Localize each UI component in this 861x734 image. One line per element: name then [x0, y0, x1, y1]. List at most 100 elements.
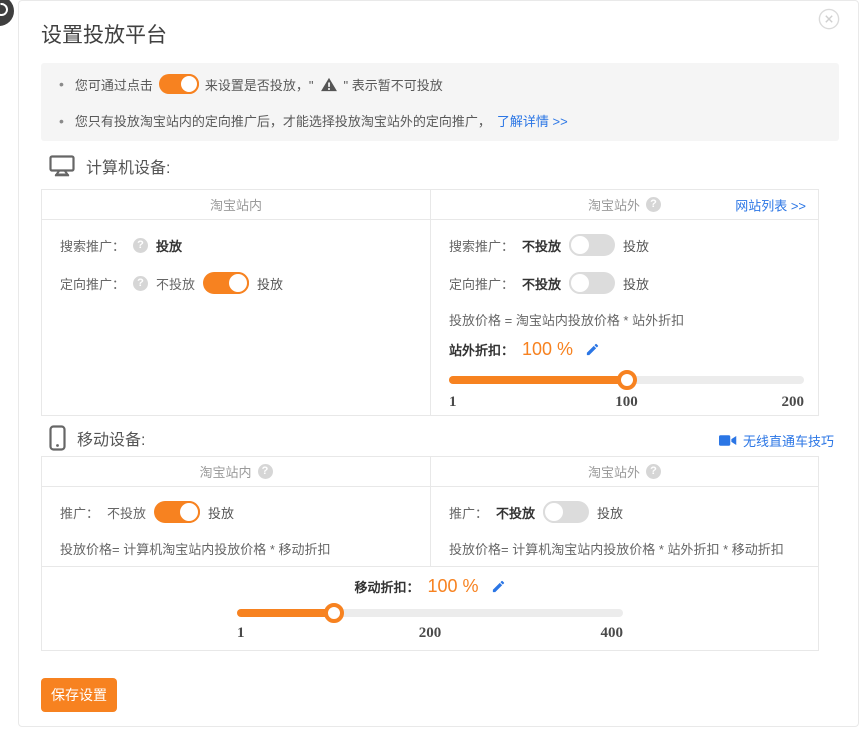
mobile-discount-value: 100 % — [427, 576, 478, 597]
offsite-slider-labels: 1 100 200 — [449, 394, 804, 412]
edit-icon[interactable] — [585, 342, 600, 357]
toggle-knob — [227, 272, 249, 294]
site-list-link[interactable]: 网站列表 >> — [735, 195, 806, 214]
notice-text: 您只有投放淘宝站内的定向推广后，才能选择投放淘宝站外的定向推广， — [75, 111, 491, 130]
notice-text: 您可通过点击 — [75, 75, 153, 94]
mobile-offsite-cell: 推广： 不投放 投放 投放价格= 计算机淘宝站内投放价格 * 站外折扣 * 移动… — [430, 487, 818, 566]
toggle-knob — [179, 74, 199, 94]
mobile-discount-line: 移动折扣： 100 % — [42, 575, 818, 597]
wireless-tips-label: 无线直通车技巧 — [743, 431, 834, 450]
mobile-onsite-cell: 推广： 不投放 投放 投放价格= 计算机淘宝站内投放价格 * 移动折扣 — [42, 487, 430, 566]
off-label: 不投放 — [156, 274, 195, 293]
mobile-section-header: 移动设备: — [49, 425, 145, 451]
save-settings-button[interactable]: 保存设置 — [41, 678, 117, 712]
offsite-discount-label: 站外折扣： — [449, 340, 514, 359]
close-button[interactable] — [818, 8, 840, 30]
toggle-knob — [569, 234, 591, 256]
warning-icon — [320, 77, 338, 92]
offsite-discount-line: 站外折扣： 100 % — [449, 336, 804, 362]
bullet-icon: • — [59, 113, 64, 129]
mobile-slider-wrap: 1 200 400 — [237, 609, 623, 643]
search-promo-state: 投放 — [156, 236, 182, 255]
slider-max-label: 200 — [782, 394, 805, 411]
wireless-tips-link[interactable]: 无线直通车技巧 — [719, 431, 834, 450]
mobile-onsite-header: 淘宝站内 — [42, 457, 430, 486]
computer-offsite-search-row: 搜索推广： 不投放 投放 — [449, 232, 804, 258]
mobile-discount-row: 移动折扣： 100 % 1 200 400 — [42, 566, 818, 651]
computer-section-header: 计算机设备: — [49, 154, 170, 178]
slider-fill — [237, 609, 334, 617]
mobile-discount-slider[interactable] — [237, 609, 623, 617]
mobile-discount-label: 移动折扣： — [354, 577, 419, 596]
on-label: 投放 — [597, 503, 623, 522]
computer-onsite-target-row: 定向推广： 不投放 投放 — [60, 270, 416, 296]
computer-onsite-target-toggle[interactable] — [203, 272, 249, 294]
close-icon — [818, 8, 840, 30]
target-promo-label: 定向推广： — [60, 274, 125, 293]
help-icon[interactable] — [133, 238, 148, 253]
computer-offsite-cell: 搜索推广： 不投放 投放 定向推广： 不投放 投放 投放价格 = 淘宝站内投放价… — [430, 220, 818, 415]
search-promo-label: 搜索推广： — [449, 236, 514, 255]
help-icon[interactable] — [258, 464, 273, 479]
off-label: 不投放 — [496, 503, 535, 522]
edit-icon[interactable] — [491, 579, 506, 594]
slider-handle[interactable] — [617, 370, 637, 390]
computer-offsite-search-toggle[interactable] — [569, 234, 615, 256]
learn-more-link[interactable]: 了解详情 >> — [497, 111, 568, 130]
mobile-onsite-formula: 投放价格= 计算机淘宝站内投放价格 * 移动折扣 — [60, 539, 416, 557]
mobile-table: 淘宝站内 淘宝站外 推广： 不投放 投放 投放价格= 计算机淘宝站内投放价格 *… — [41, 456, 819, 651]
mobile-slider-labels: 1 200 400 — [237, 625, 623, 643]
mobile-offsite-header: 淘宝站外 — [430, 457, 818, 486]
slider-min-label: 1 — [449, 394, 457, 411]
computer-offsite-target-row: 定向推广： 不投放 投放 — [449, 270, 804, 296]
computer-offsite-target-toggle[interactable] — [569, 272, 615, 294]
on-label: 投放 — [623, 274, 649, 293]
slider-fill — [449, 376, 627, 384]
off-label: 不投放 — [522, 274, 561, 293]
header-label: 淘宝站外 — [588, 195, 640, 214]
off-label: 不投放 — [107, 503, 146, 522]
computer-onsite-header: 淘宝站内 — [42, 190, 430, 219]
slider-max-label: 400 — [601, 625, 624, 642]
header-label: 淘宝站内 — [210, 195, 262, 214]
computer-table-header: 淘宝站内 淘宝站外 网站列表 >> — [42, 190, 818, 220]
video-icon — [719, 434, 737, 447]
toggle-knob — [569, 272, 591, 294]
mobile-offsite-promo-toggle[interactable] — [543, 501, 589, 523]
bullet-icon: • — [59, 76, 64, 92]
notice-line-1: • 您可通过点击 来设置是否投放，" " 表示暂不可投放 — [59, 74, 821, 94]
mobile-offsite-formula: 投放价格= 计算机淘宝站内投放价格 * 站外折扣 * 移动折扣 — [449, 539, 804, 557]
promo-label: 推广： — [60, 503, 99, 522]
slider-handle[interactable] — [324, 603, 344, 623]
toggle-knob — [543, 501, 565, 523]
computer-onsite-search-row: 搜索推广： 投放 — [60, 232, 416, 258]
mobile-onsite-promo-row: 推广： 不投放 投放 — [60, 499, 416, 525]
help-icon[interactable] — [133, 276, 148, 291]
mobile-table-header: 淘宝站内 淘宝站外 — [42, 457, 818, 487]
header-label: 淘宝站外 — [588, 462, 640, 481]
mobile-phone-icon — [49, 425, 66, 451]
computer-icon — [49, 155, 75, 177]
help-icon[interactable] — [646, 464, 661, 479]
computer-offsite-header: 淘宝站外 网站列表 >> — [430, 190, 818, 219]
demo-toggle[interactable] — [159, 74, 199, 94]
search-promo-label: 搜索推广： — [60, 236, 125, 255]
offsite-discount-slider[interactable] — [449, 376, 804, 384]
offsite-discount-value: 100 % — [522, 339, 573, 360]
computer-table: 淘宝站内 淘宝站外 网站列表 >> 搜索推广： 投放 定向推广： 不投放 — [41, 189, 819, 416]
help-icon[interactable] — [646, 197, 661, 212]
notice-text: 来设置是否投放，" — [205, 75, 314, 94]
computer-section-title: 计算机设备: — [86, 154, 170, 178]
mobile-onsite-promo-toggle[interactable] — [154, 501, 200, 523]
on-label: 投放 — [208, 503, 234, 522]
mobile-section-title: 移动设备: — [77, 426, 145, 450]
target-promo-label: 定向推广： — [449, 274, 514, 293]
off-label: 不投放 — [522, 236, 561, 255]
on-label: 投放 — [257, 274, 283, 293]
page-title: 设置投放平台 — [41, 19, 167, 49]
mobile-offsite-promo-row: 推广： 不投放 投放 — [449, 499, 804, 525]
toggle-knob — [178, 501, 200, 523]
offsite-price-formula: 投放价格 = 淘宝站内投放价格 * 站外折扣 — [449, 310, 804, 328]
slider-mid-label: 100 — [615, 394, 638, 411]
settings-dialog: 设置投放平台 • 您可通过点击 来设置是否投放，" " 表示暂不可投放 • 您只… — [18, 0, 859, 727]
